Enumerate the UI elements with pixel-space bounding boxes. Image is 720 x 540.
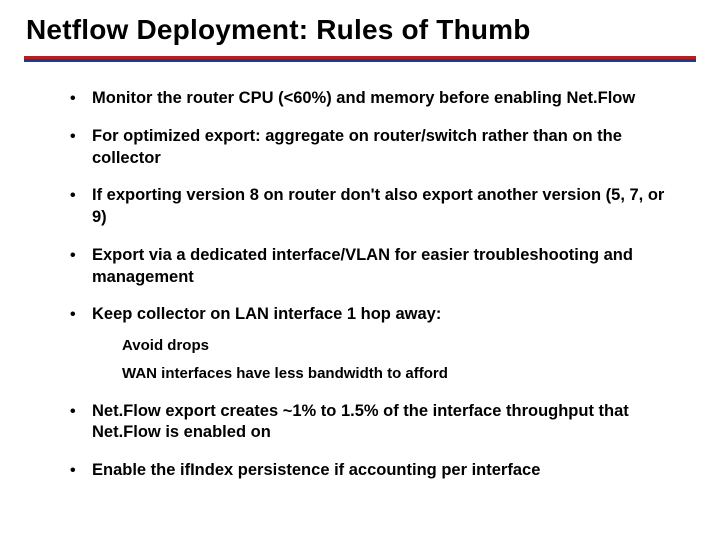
- slide-title: Netflow Deployment: Rules of Thumb: [26, 14, 696, 46]
- sub-text: Avoid drops: [122, 337, 209, 354]
- bullet-text: For optimized export: aggregate on route…: [92, 127, 622, 167]
- title-divider: [24, 56, 696, 64]
- bullet-item: Monitor the router CPU (<60%) and memory…: [70, 88, 676, 110]
- bullet-text: Enable the ifIndex persistence if accoun…: [92, 461, 540, 479]
- bullet-text: Net.Flow export creates ~1% to 1.5% of t…: [92, 402, 629, 442]
- bullet-item: Enable the ifIndex persistence if accoun…: [70, 460, 676, 482]
- divider-blue: [24, 59, 696, 62]
- bullet-text: Monitor the router CPU (<60%) and memory…: [92, 89, 635, 107]
- bullet-item: For optimized export: aggregate on route…: [70, 126, 676, 170]
- bullet-item: Export via a dedicated interface/VLAN fo…: [70, 245, 676, 289]
- sub-item: WAN interfaces have less bandwidth to af…: [122, 364, 676, 384]
- bullet-text: Keep collector on LAN interface 1 hop aw…: [92, 305, 441, 323]
- bullet-item: If exporting version 8 on router don't a…: [70, 185, 676, 229]
- slide: Netflow Deployment: Rules of Thumb Monit…: [0, 0, 720, 540]
- sub-list: Avoid drops WAN interfaces have less ban…: [92, 336, 676, 385]
- bullet-list: Monitor the router CPU (<60%) and memory…: [70, 88, 676, 482]
- sub-text: WAN interfaces have less bandwidth to af…: [122, 365, 448, 382]
- slide-body: Monitor the router CPU (<60%) and memory…: [24, 82, 696, 482]
- bullet-text: If exporting version 8 on router don't a…: [92, 186, 664, 226]
- bullet-text: Export via a dedicated interface/VLAN fo…: [92, 246, 633, 286]
- bullet-item: Net.Flow export creates ~1% to 1.5% of t…: [70, 401, 676, 445]
- bullet-item: Keep collector on LAN interface 1 hop aw…: [70, 304, 676, 384]
- sub-item: Avoid drops: [122, 336, 676, 356]
